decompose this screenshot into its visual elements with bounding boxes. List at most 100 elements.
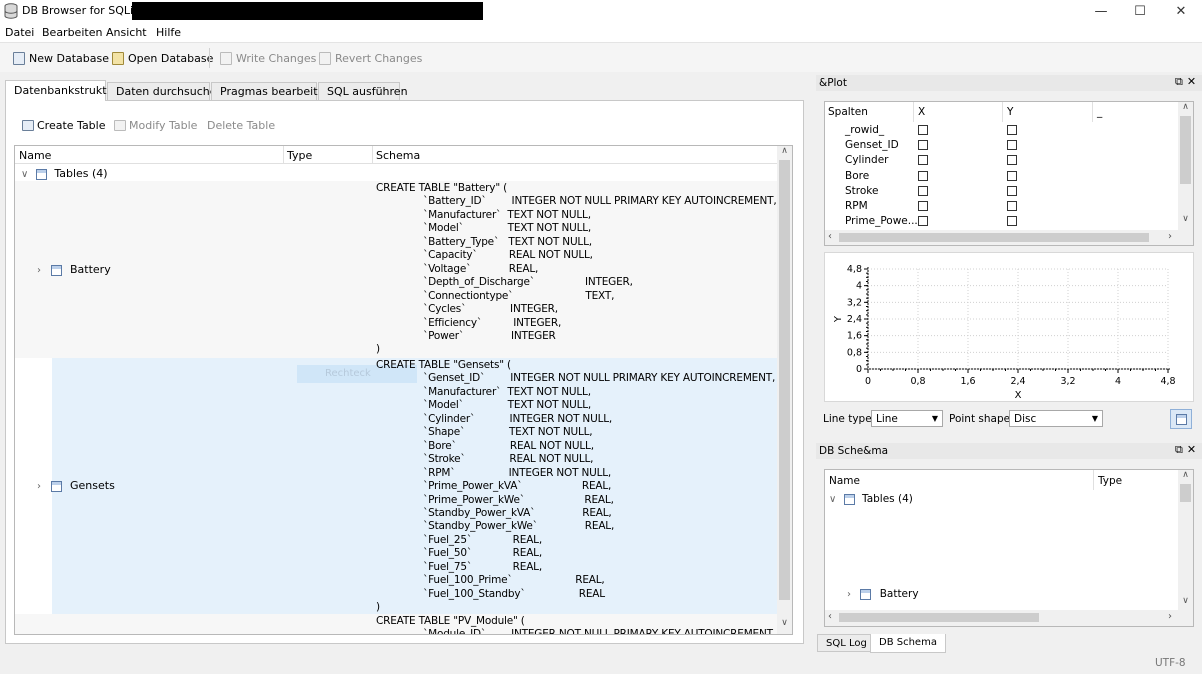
delete-table-button[interactable]: Delete Table [207, 117, 275, 133]
plot-column-name: Stroke [845, 184, 879, 197]
plot-column-row[interactable]: Cylinder [825, 153, 1177, 168]
dropdown-arrow-icon: ▼ [931, 414, 938, 423]
structure-tree[interactable]: Name Type Schema ∨ Tables (4) › Battery … [14, 145, 793, 635]
x-axis-checkbox[interactable] [918, 155, 928, 166]
header-extra[interactable]: _ [1097, 106, 1102, 118]
vertical-scrollbar[interactable]: ∧ ∨ [1178, 470, 1193, 610]
plot-columns-table[interactable]: Spalten X Y _ _rowid_ Genset_ID Cylinder Bo… [824, 101, 1194, 246]
tables-icon [35, 168, 47, 180]
y-axis-checkbox[interactable] [1007, 216, 1017, 227]
close-icon[interactable]: ✕ [1187, 75, 1200, 88]
y-axis-checkbox[interactable] [1007, 201, 1017, 211]
horizontal-scrollbar[interactable]: ‹ › [825, 610, 1193, 626]
menu-help[interactable]: Hilfe [156, 26, 181, 39]
vertical-scrollbar[interactable]: ∧ ∨ [1178, 102, 1193, 230]
scroll-thumb[interactable] [839, 613, 1039, 622]
scroll-thumb[interactable] [839, 233, 1149, 242]
tab-execute-sql[interactable]: SQL ausführen [318, 82, 408, 100]
y-axis-checkbox[interactable] [1007, 155, 1017, 166]
y-axis-checkbox[interactable] [1007, 185, 1017, 196]
save-plot-button[interactable] [1170, 409, 1192, 429]
plot-area[interactable]: 0 0,8 1,6 2,4 3,2 4 4,8 4,8 4 3,2 2,4 1,6 0,8 0 X Y [824, 252, 1194, 402]
plot-column-row[interactable]: _rowid_ [825, 123, 1177, 138]
scroll-down-icon[interactable]: ∨ [1178, 214, 1193, 228]
y-tick-label: 3,2 [847, 297, 862, 308]
y-axis-checkbox[interactable] [1007, 140, 1017, 151]
x-axis-checkbox[interactable] [918, 170, 928, 181]
schema-tree[interactable]: Name Type ∨ Tables (4) › Battery ∧ ∨ ‹ › [824, 469, 1194, 627]
create-table-button[interactable]: Create Table [22, 117, 106, 133]
table-node-battery[interactable]: › Battery [37, 263, 111, 276]
column-header-name[interactable]: Name [15, 146, 283, 164]
save-plot-icon [1175, 413, 1187, 425]
tab-browse-data[interactable]: Daten durchsuchen [107, 82, 223, 100]
scroll-thumb[interactable] [1180, 116, 1191, 184]
menu-file[interactable]: Datei [5, 26, 34, 39]
tab-database-structure[interactable]: Datenbankstruktur [5, 80, 118, 101]
plot-column-row[interactable]: RPM [825, 199, 1177, 214]
scroll-down-icon[interactable]: ∨ [777, 618, 792, 632]
create-table-icon [22, 119, 34, 131]
line-type-select[interactable]: Line ▼ [871, 410, 943, 427]
column-header-name[interactable]: Name [829, 475, 860, 487]
table-icon [50, 264, 62, 276]
write-changes-button[interactable]: Write Changes [220, 50, 316, 66]
scroll-thumb[interactable] [779, 160, 790, 600]
plot-column-row[interactable]: Genset_ID [825, 138, 1177, 153]
scroll-thumb[interactable] [1180, 484, 1191, 502]
plot-column-row[interactable]: Stroke [825, 184, 1177, 199]
x-axis-checkbox[interactable] [918, 125, 928, 135]
scroll-up-icon[interactable]: ∧ [1178, 470, 1193, 484]
tab-db-schema[interactable]: DB Schema [870, 634, 946, 653]
plot-column-row[interactable]: Prime_Powe... [825, 214, 1177, 229]
menu-view[interactable]: Ansicht [106, 26, 147, 39]
header-x[interactable]: X [918, 106, 925, 118]
maximize-button[interactable]: ☐ [1117, 0, 1163, 22]
scroll-right-icon[interactable]: › [1168, 231, 1172, 242]
x-tick-label: 4,8 [1160, 376, 1175, 387]
scroll-left-icon[interactable]: ‹ [828, 611, 832, 622]
modify-table-button[interactable]: Modify Table [114, 117, 197, 133]
header-y[interactable]: Y [1007, 106, 1013, 118]
x-axis-checkbox[interactable] [918, 201, 928, 211]
scroll-left-icon[interactable]: ‹ [828, 231, 832, 242]
tables-node[interactable]: ∨ Tables (4) [21, 167, 221, 181]
vertical-scrollbar[interactable]: ∧ ∨ [777, 146, 792, 634]
close-button[interactable]: ✕ [1158, 0, 1202, 22]
tab-edit-pragmas[interactable]: Pragmas bearbeiten [211, 82, 331, 100]
y-axis-checkbox[interactable] [1007, 125, 1017, 135]
revert-changes-button[interactable]: Revert Changes [319, 50, 422, 66]
x-axis-checkbox[interactable] [918, 185, 928, 196]
scroll-up-icon[interactable]: ∧ [1178, 102, 1193, 116]
y-tick-label: 0,8 [847, 347, 862, 358]
horizontal-scrollbar[interactable]: ‹ › [825, 230, 1193, 245]
header-columns[interactable]: Spalten [828, 106, 868, 118]
float-icon[interactable]: ⧉ [1175, 443, 1187, 456]
app-database-icon [4, 3, 18, 19]
plot-column-row[interactable]: Bore [825, 169, 1177, 184]
column-header-type[interactable]: Type [1098, 475, 1122, 487]
schema-gensets: CREATE TABLE "Gensets" ( `Genset_ID` INT… [376, 359, 776, 614]
scroll-down-icon[interactable]: ∨ [1178, 596, 1193, 610]
y-tick-label: 1,6 [847, 331, 862, 342]
point-shape-select[interactable]: Disc ▼ [1009, 410, 1103, 427]
table-icon [50, 480, 62, 492]
open-database-button[interactable]: Open Database [112, 50, 213, 66]
menu-edit[interactable]: Bearbeiten [42, 26, 102, 39]
column-header-type[interactable]: Type [283, 146, 372, 164]
float-icon[interactable]: ⧉ [1175, 75, 1187, 88]
column-header-schema[interactable]: Schema [372, 146, 777, 164]
schema-tables-node[interactable]: ∨ Tables (4) [829, 493, 913, 505]
x-axis-checkbox[interactable] [918, 140, 928, 151]
new-database-button[interactable]: New Database [13, 50, 109, 66]
schema-table-battery[interactable]: › Battery [847, 588, 919, 600]
close-icon[interactable]: ✕ [1187, 443, 1200, 456]
table-node-gensets[interactable]: › Gensets [37, 479, 115, 492]
x-axis-label: X [1015, 390, 1022, 401]
scroll-up-icon[interactable]: ∧ [777, 146, 792, 160]
point-shape-label: Point shape: [949, 413, 1014, 425]
scroll-right-icon[interactable]: › [1168, 611, 1172, 622]
tab-sql-log[interactable]: SQL Log [817, 634, 876, 652]
y-axis-checkbox[interactable] [1007, 170, 1017, 181]
x-axis-checkbox[interactable] [918, 216, 928, 227]
